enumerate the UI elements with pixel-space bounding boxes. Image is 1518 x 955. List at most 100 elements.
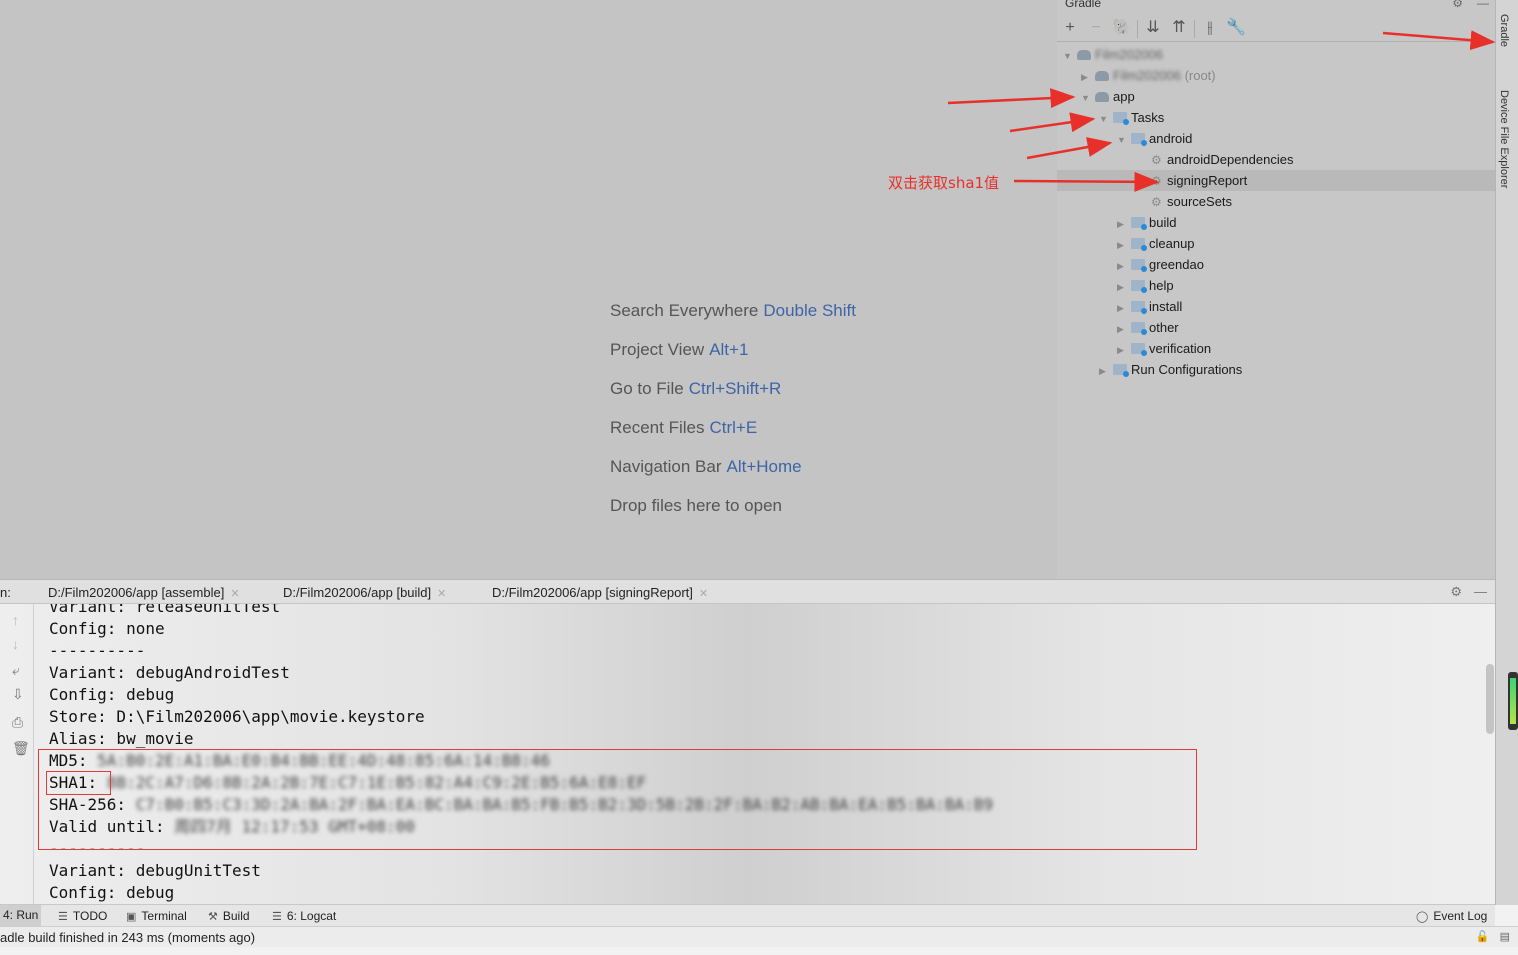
close-icon[interactable]: ✕ [230, 588, 239, 600]
wrench-icon[interactable]: 🔧 [1223, 14, 1249, 42]
tree-label: Film202006 [1113, 68, 1181, 83]
trash-icon[interactable]: 🗑 [12, 740, 30, 757]
task-folder-icon [1131, 322, 1147, 335]
device-file-explorer-side-tab[interactable]: Device File Explorer [1498, 90, 1510, 188]
remove-icon[interactable]: − [1083, 14, 1109, 42]
collapsed-arrow-icon[interactable]: ▶ [1117, 214, 1131, 235]
hint-project-view: Project View Alt+1 [610, 339, 856, 378]
tree-label: verification [1149, 341, 1212, 356]
collapsed-arrow-icon[interactable]: ▶ [1117, 256, 1131, 277]
logcat-icon: ☰ [272, 911, 282, 923]
collapsed-arrow-icon[interactable]: ▶ [1099, 361, 1113, 382]
console-line: Alias: bw_movie [49, 729, 194, 748]
up-arrow-icon[interactable]: ↑ [12, 612, 19, 628]
tree-group-install[interactable]: ▶ install [1117, 296, 1182, 317]
gear-icon[interactable]: ⚙ [1450, 584, 1462, 599]
tree-group-cleanup[interactable]: ▶ cleanup [1117, 233, 1195, 254]
hint-text: Recent Files [610, 418, 705, 437]
build-tool-button[interactable]: ⚒ Build [208, 909, 250, 923]
editor-hints: Search Everywhere Double Shift Project Vi… [610, 300, 856, 534]
expanded-arrow-icon[interactable]: ▼ [1099, 109, 1113, 130]
task-folder-icon [1113, 112, 1129, 125]
tree-app[interactable]: ▼ app [1081, 86, 1135, 107]
tree-android[interactable]: ▼ android [1117, 128, 1192, 149]
minimize-icon[interactable]: — [1474, 584, 1487, 599]
collapsed-arrow-icon[interactable]: ▶ [1081, 67, 1095, 88]
run-tab-assemble[interactable]: D:/Film202006/app [assemble] ✕ [48, 585, 240, 600]
notifications-icon[interactable]: ▤ [1500, 931, 1510, 943]
run-console-panel: ↑ ↓ ⤶ ⇩ ⎙ 🗑 Variant: releaseUnitTest Conf… [0, 604, 1495, 904]
tool-button-label: Build [222, 909, 250, 923]
collapsed-arrow-icon[interactable]: ▶ [1117, 340, 1131, 361]
run-tab-build[interactable]: D:/Film202006/app [build] ✕ [283, 585, 446, 600]
tree-group-greendao[interactable]: ▶ greendao [1117, 254, 1204, 275]
run-tool-button[interactable]: 4: Run [0, 905, 42, 926]
terminal-tool-button[interactable]: ▣ Terminal [126, 909, 187, 923]
tree-task-android-dependencies[interactable]: ⚙ androidDependencies [1151, 149, 1293, 170]
terminal-icon: ▣ [126, 911, 137, 923]
status-bar: adle build finished in 243 ms (moments a… [0, 926, 1518, 947]
list-icon: ☰ [58, 911, 68, 923]
event-log-tool-button[interactable]: ◯ Event Log [1416, 909, 1487, 923]
toolbar-separator [1137, 19, 1138, 38]
add-icon[interactable]: + [1057, 14, 1083, 42]
tree-label: app [1113, 89, 1135, 104]
tree-label: Run Configurations [1131, 362, 1243, 377]
console-line: Variant: debugAndroidTest [49, 663, 290, 682]
hint-text: Search Everywhere [610, 301, 759, 320]
gradle-elephant-icon [1095, 92, 1109, 102]
tree-group-build[interactable]: ▶ build [1117, 212, 1176, 233]
console-gutter: ↑ ↓ ⤶ ⇩ ⎙ 🗑 [0, 604, 34, 904]
tree-label: android [1149, 131, 1193, 146]
run-tab-signing-report[interactable]: D:/Film202006/app [signingReport] ✕ [492, 585, 708, 600]
gear-icon[interactable]: ⚙ [1452, 0, 1463, 10]
collapsed-arrow-icon[interactable]: ▶ [1117, 298, 1131, 319]
execute-task-icon[interactable]: 🐘 [1109, 14, 1135, 42]
offline-mode-icon[interactable]: ⫲ [1197, 14, 1223, 42]
lock-icon[interactable]: 🔓 [1476, 931, 1490, 943]
hint-text: Navigation Bar [610, 457, 722, 476]
close-icon[interactable]: ✕ [437, 588, 446, 600]
tree-group-other[interactable]: ▶ other [1117, 317, 1179, 338]
tree-label: sourceSets [1167, 194, 1233, 209]
expanded-arrow-icon[interactable]: ▼ [1081, 88, 1095, 109]
collapsed-arrow-icon[interactable]: ▶ [1117, 235, 1131, 256]
tree-project[interactable]: ▼ Film202006 [1063, 44, 1163, 65]
task-folder-icon [1131, 217, 1147, 230]
tree-group-help[interactable]: ▶ help [1117, 275, 1174, 296]
gradle-elephant-icon [1077, 50, 1091, 60]
print-icon[interactable]: ⎙ [12, 714, 23, 731]
collapsed-arrow-icon[interactable]: ▶ [1117, 277, 1131, 298]
task-folder-icon [1131, 343, 1147, 356]
right-tool-strip: Gradle Device File Explorer [1495, 0, 1518, 905]
close-icon[interactable]: ✕ [699, 588, 708, 600]
logcat-tool-button[interactable]: ☰ 6: Logcat [272, 909, 336, 923]
tree-label: greendao [1149, 257, 1204, 272]
console-line: Store: D:\Film202006\app\movie.keystore [49, 707, 425, 726]
minimize-icon[interactable]: — [1477, 0, 1489, 10]
console-line: Config: debug [49, 685, 175, 704]
memory-indicator [1508, 672, 1518, 730]
scroll-to-end-icon[interactable]: ⇩ [12, 686, 24, 703]
collapsed-arrow-icon[interactable]: ▶ [1117, 319, 1131, 340]
hint-text: Go to File [610, 379, 684, 398]
gradle-side-tab[interactable]: Gradle [1498, 14, 1510, 47]
console-scrollbar[interactable] [1486, 664, 1494, 734]
task-folder-icon [1131, 301, 1147, 314]
tree-group-verification[interactable]: ▶ verification [1117, 338, 1211, 359]
tree-tasks[interactable]: ▼ Tasks [1099, 107, 1164, 128]
expanded-arrow-icon[interactable]: ▼ [1063, 46, 1077, 67]
soft-wrap-icon[interactable]: ⤶ [12, 662, 20, 679]
run-panel-header-icons: ⚙ — [1438, 584, 1487, 600]
collapse-all-icon[interactable]: ⇈ [1166, 14, 1192, 42]
down-arrow-icon[interactable]: ↓ [12, 636, 19, 652]
tree-run-configurations[interactable]: ▶ Run Configurations [1099, 359, 1242, 380]
tree-root-module[interactable]: ▶ Film202006 (root) [1081, 65, 1216, 86]
expand-all-icon[interactable]: ⇊ [1140, 14, 1166, 42]
expanded-arrow-icon[interactable]: ▼ [1117, 130, 1131, 151]
tree-task-source-sets[interactable]: ⚙ sourceSets [1151, 191, 1232, 212]
tree-label: install [1149, 299, 1183, 314]
tree-task-signing-report[interactable]: ⚙ signingReport [1057, 170, 1495, 191]
todo-tool-button[interactable]: ☰ TODO [58, 909, 107, 923]
tool-button-label: Event Log [1433, 909, 1488, 923]
